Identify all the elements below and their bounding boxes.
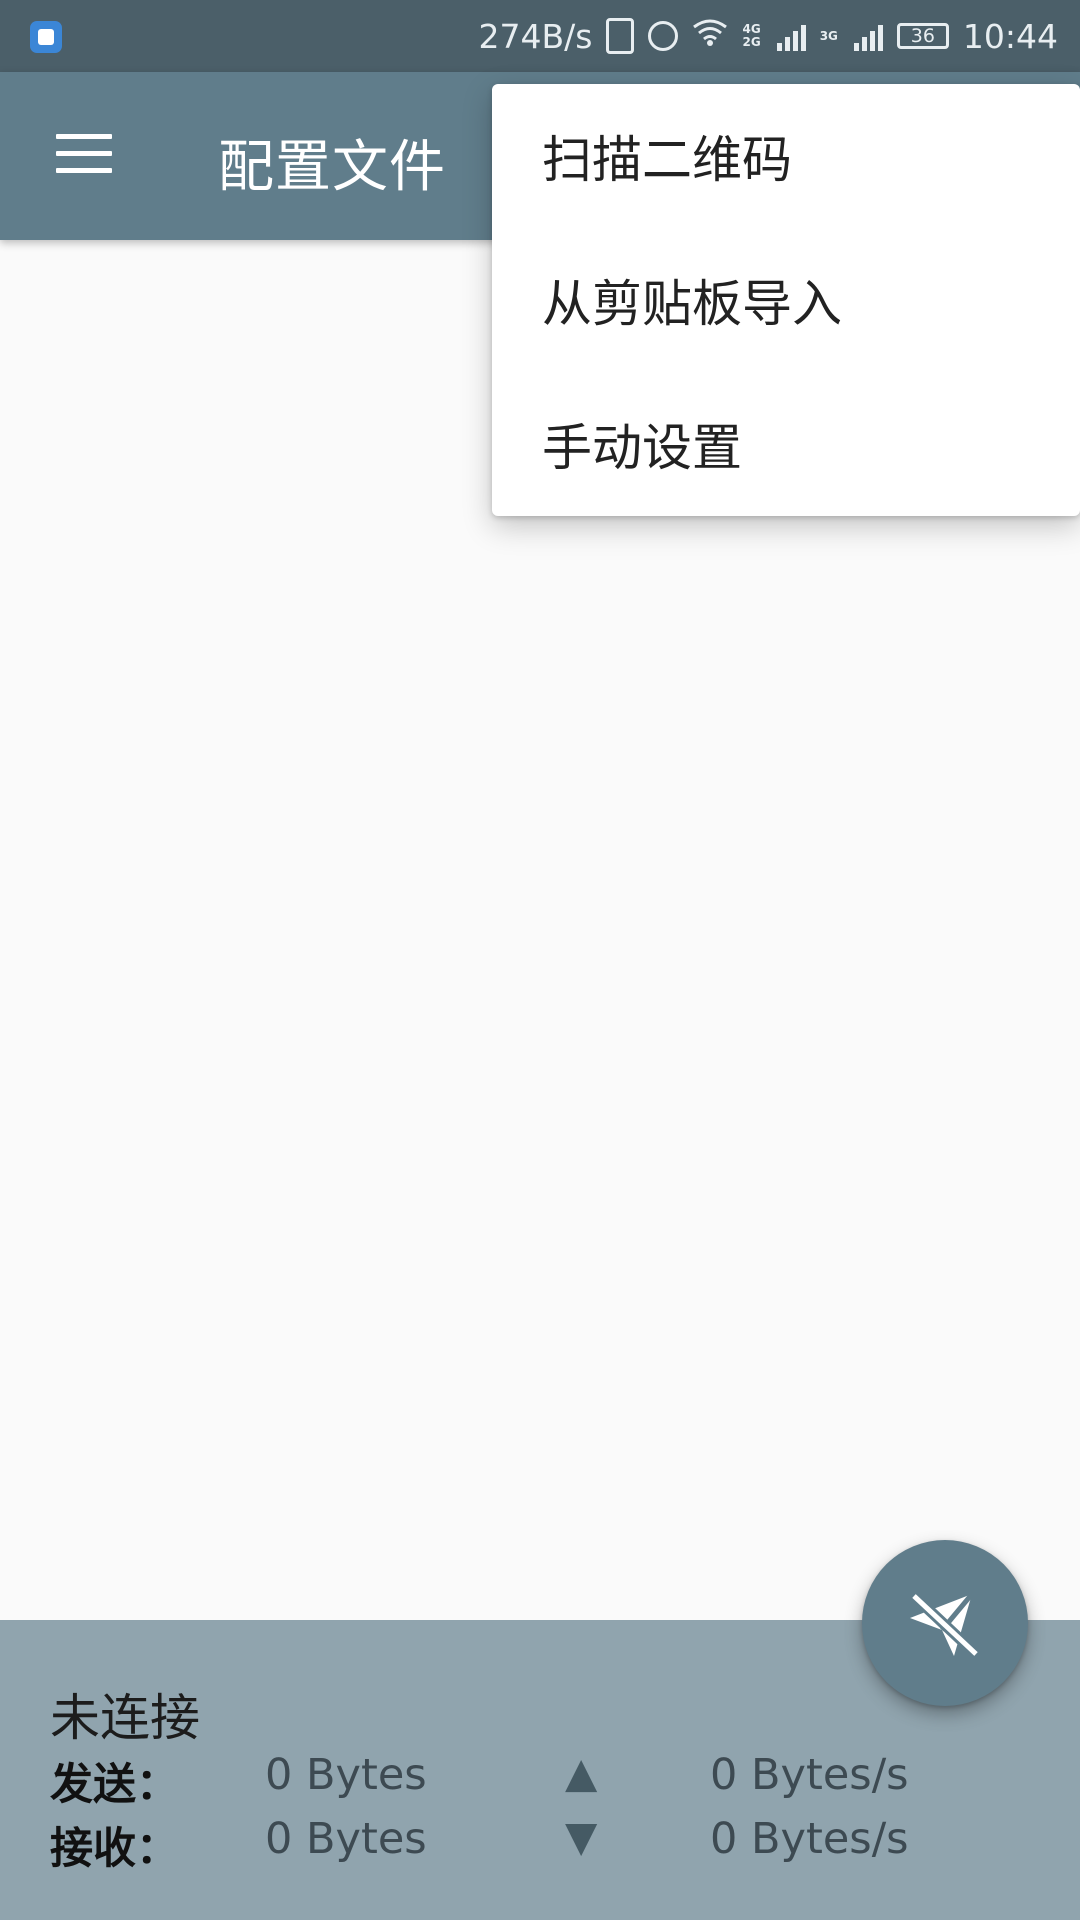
paper-plane-off-icon — [908, 1589, 982, 1661]
upload-arrow-icon: ▲ — [565, 1748, 598, 1797]
wifi-icon — [692, 18, 728, 54]
status-bar: 274B/s 4G 2G 3G 36 10:44 — [0, 0, 1080, 72]
signal-icon — [776, 21, 806, 51]
app-notification-icon — [30, 21, 62, 53]
battery-level: 36 — [910, 25, 935, 47]
add-profile-popup-menu: 扫描二维码 从剪贴板导入 手动设置 — [492, 84, 1080, 516]
connect-fab-button[interactable] — [862, 1540, 1028, 1706]
page-title: 配置文件 — [218, 135, 446, 200]
sent-label: 发送： — [50, 1760, 179, 1810]
received-rate: 0 Bytes/s — [710, 1814, 909, 1864]
received-label: 接收： — [50, 1824, 179, 1874]
menu-item-manual-setup[interactable]: 手动设置 — [492, 372, 1080, 516]
net-speed: 274B/s — [478, 16, 593, 56]
menu-item-scan-qr[interactable]: 扫描二维码 — [492, 84, 1080, 228]
hamburger-menu-icon[interactable] — [56, 134, 112, 174]
received-total: 0 Bytes — [265, 1814, 427, 1864]
status-bar-right: 274B/s 4G 2G 3G 36 10:44 — [479, 0, 1058, 72]
download-arrow-icon: ▼ — [565, 1812, 598, 1861]
connection-status: 未连接 — [50, 1689, 200, 1747]
sent-total: 0 Bytes — [265, 1750, 427, 1800]
network-type-label: 4G 2G — [742, 22, 761, 49]
clock: 10:44 — [962, 16, 1058, 56]
menu-item-import-clipboard[interactable]: 从剪贴板导入 — [492, 228, 1080, 372]
network-type-label-2: 3G — [819, 28, 838, 43]
signal-icon-2 — [853, 21, 883, 51]
battery-icon: 36 — [896, 23, 949, 49]
alarm-icon — [648, 21, 679, 51]
vibrate-icon — [606, 18, 635, 54]
sent-rate: 0 Bytes/s — [710, 1750, 909, 1800]
